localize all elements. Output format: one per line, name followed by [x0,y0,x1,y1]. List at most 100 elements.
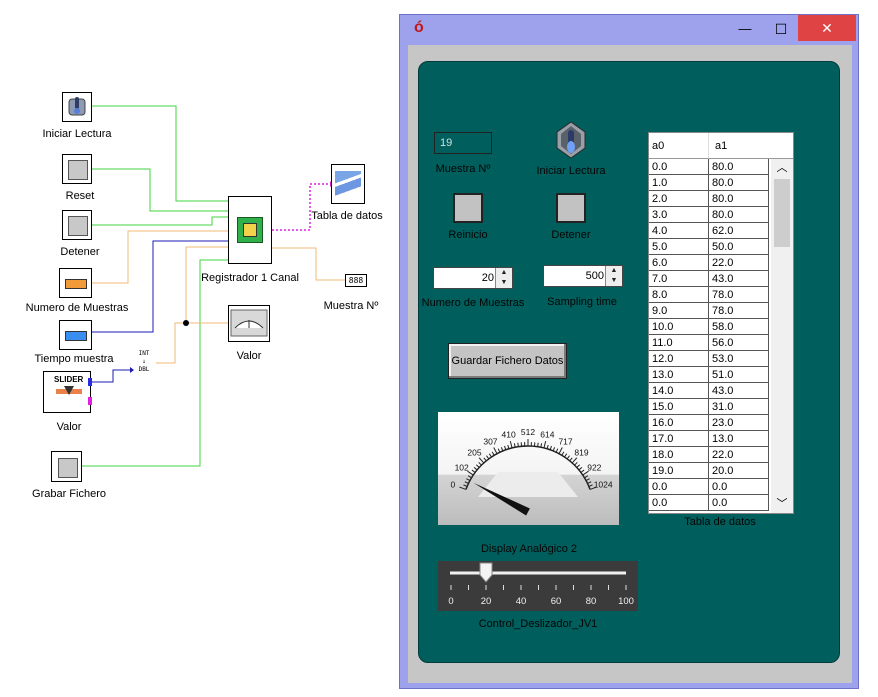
table-row[interactable]: 17.0 13.0 [649,431,769,447]
table-cell[interactable]: 58.0 [709,319,769,335]
arrow-up-icon[interactable]: ▲ [496,268,512,278]
numeric-display-icon[interactable]: 888 [345,274,367,287]
table-cell[interactable]: 11.0 [649,335,709,351]
table-row[interactable]: 11.0 56.0 [649,335,769,351]
spinner-arrows[interactable]: ▲ ▼ [605,266,622,286]
table-row[interactable]: 9.0 78.0 [649,303,769,319]
table-cell[interactable]: 2.0 [649,191,709,207]
table-cell[interactable]: 0.0 [649,159,709,175]
sampling-time-spinner[interactable]: 500 ▲ ▼ [543,265,623,287]
table-cell[interactable]: 13.0 [649,367,709,383]
table-cell[interactable]: 56.0 [709,335,769,351]
table-cell[interactable]: 0.0 [709,479,769,495]
table-cell[interactable]: 8.0 [649,287,709,303]
table-cell[interactable]: 31.0 [709,399,769,415]
arrow-down-icon[interactable]: ▼ [496,278,512,288]
table-cell[interactable]: 18.0 [649,447,709,463]
maximize-button[interactable]: ☐ [768,19,794,39]
slider-control[interactable]: 0 20 40 60 80 100 [438,561,638,611]
table-row[interactable]: 0.0 80.0 [649,159,769,175]
scroll-down-icon[interactable]: ﹀ [771,495,793,513]
vertical-scrollbar[interactable]: ︿ ﹀ [771,159,793,513]
detener-button[interactable] [556,193,586,223]
valor-gauge-block[interactable] [228,305,270,342]
table-row[interactable]: 15.0 31.0 [649,399,769,415]
data-table[interactable]: a0 a1 0.0 80.0 1.0 80.0 2.0 80.0 3.0 80.0 4.0 62.… [648,132,794,514]
numero-muestras-spinner[interactable]: 20 ▲ ▼ [433,267,513,289]
table-row[interactable]: 3.0 80.0 [649,207,769,223]
table-cell[interactable]: 80.0 [709,207,769,223]
table-row[interactable]: 14.0 43.0 [649,383,769,399]
table-cell[interactable]: 6.0 [649,255,709,271]
table-cell[interactable]: 4.0 [649,223,709,239]
table-cell[interactable]: 53.0 [709,351,769,367]
table-cell[interactable]: 22.0 [709,255,769,271]
table-row[interactable]: 0.0 0.0 [649,479,769,495]
tiempo-muestra-block[interactable] [59,320,92,350]
table-cell[interactable]: 20.0 [709,463,769,479]
table-cell[interactable]: 51.0 [709,367,769,383]
close-button[interactable]: ✕ [798,15,856,41]
iniciar-lectura-toggle[interactable] [555,120,587,160]
table-cell[interactable]: 7.0 [649,271,709,287]
table-cell[interactable]: 43.0 [709,271,769,287]
table-row[interactable]: 4.0 62.0 [649,223,769,239]
table-row[interactable]: 0.0 0.0 [649,495,769,511]
table-row[interactable]: 2.0 80.0 [649,191,769,207]
table-cell[interactable]: 78.0 [709,287,769,303]
table-row[interactable]: 19.0 20.0 [649,463,769,479]
table-header-cell[interactable]: a1 [709,133,793,159]
table-cell[interactable]: 43.0 [709,383,769,399]
table-cell[interactable]: 0.0 [649,495,709,511]
table-row[interactable]: 12.0 53.0 [649,351,769,367]
scrollbar-thumb[interactable] [774,179,790,247]
table-cell[interactable]: 80.0 [709,175,769,191]
table-cell[interactable]: 17.0 [649,431,709,447]
numero-muestras-block[interactable] [59,268,92,298]
arrow-up-icon[interactable]: ▲ [606,266,622,276]
table-cell[interactable]: 10.0 [649,319,709,335]
minimize-button[interactable]: — [732,19,758,39]
table-row[interactable]: 8.0 78.0 [649,287,769,303]
table-row[interactable]: 6.0 22.0 [649,255,769,271]
arrow-down-icon[interactable]: ▼ [606,276,622,286]
table-row[interactable]: 13.0 51.0 [649,367,769,383]
int-to-dbl-converter[interactable]: INT ↓ DBL [132,350,156,376]
table-cell[interactable]: 0.0 [709,495,769,511]
iniciar-lectura-block[interactable] [62,92,92,122]
table-row[interactable]: 18.0 22.0 [649,447,769,463]
table-cell[interactable]: 3.0 [649,207,709,223]
table-cell[interactable]: 22.0 [709,447,769,463]
table-row[interactable]: 10.0 58.0 [649,319,769,335]
detener-block[interactable] [62,210,92,240]
guardar-fichero-button[interactable]: Guardar Fichero Datos [448,343,567,379]
reinicio-button[interactable] [453,193,483,223]
table-cell[interactable]: 9.0 [649,303,709,319]
registrador-block[interactable] [228,196,272,264]
table-row[interactable]: 7.0 43.0 [649,271,769,287]
tabla-datos-block[interactable] [331,164,365,204]
table-cell[interactable]: 13.0 [709,431,769,447]
table-cell[interactable]: 23.0 [709,415,769,431]
table-cell[interactable]: 50.0 [709,239,769,255]
table-cell[interactable]: 5.0 [649,239,709,255]
table-cell[interactable]: 14.0 [649,383,709,399]
valor-slider-block[interactable]: SLIDER [43,371,92,413]
table-cell[interactable]: 80.0 [709,159,769,175]
table-cell[interactable]: 19.0 [649,463,709,479]
table-cell[interactable]: 1.0 [649,175,709,191]
table-cell[interactable]: 16.0 [649,415,709,431]
table-cell[interactable]: 0.0 [649,479,709,495]
table-cell[interactable]: 15.0 [649,399,709,415]
spinner-arrows[interactable]: ▲ ▼ [495,268,512,288]
table-row[interactable]: 5.0 50.0 [649,239,769,255]
table-cell[interactable]: 80.0 [709,191,769,207]
table-row[interactable]: 16.0 23.0 [649,415,769,431]
table-cell[interactable]: 62.0 [709,223,769,239]
grabar-fichero-block[interactable] [51,451,82,482]
reset-block[interactable] [62,154,92,184]
table-row[interactable]: 1.0 80.0 [649,175,769,191]
table-cell[interactable]: 78.0 [709,303,769,319]
scroll-up-icon[interactable]: ︿ [771,159,793,177]
table-cell[interactable]: 12.0 [649,351,709,367]
